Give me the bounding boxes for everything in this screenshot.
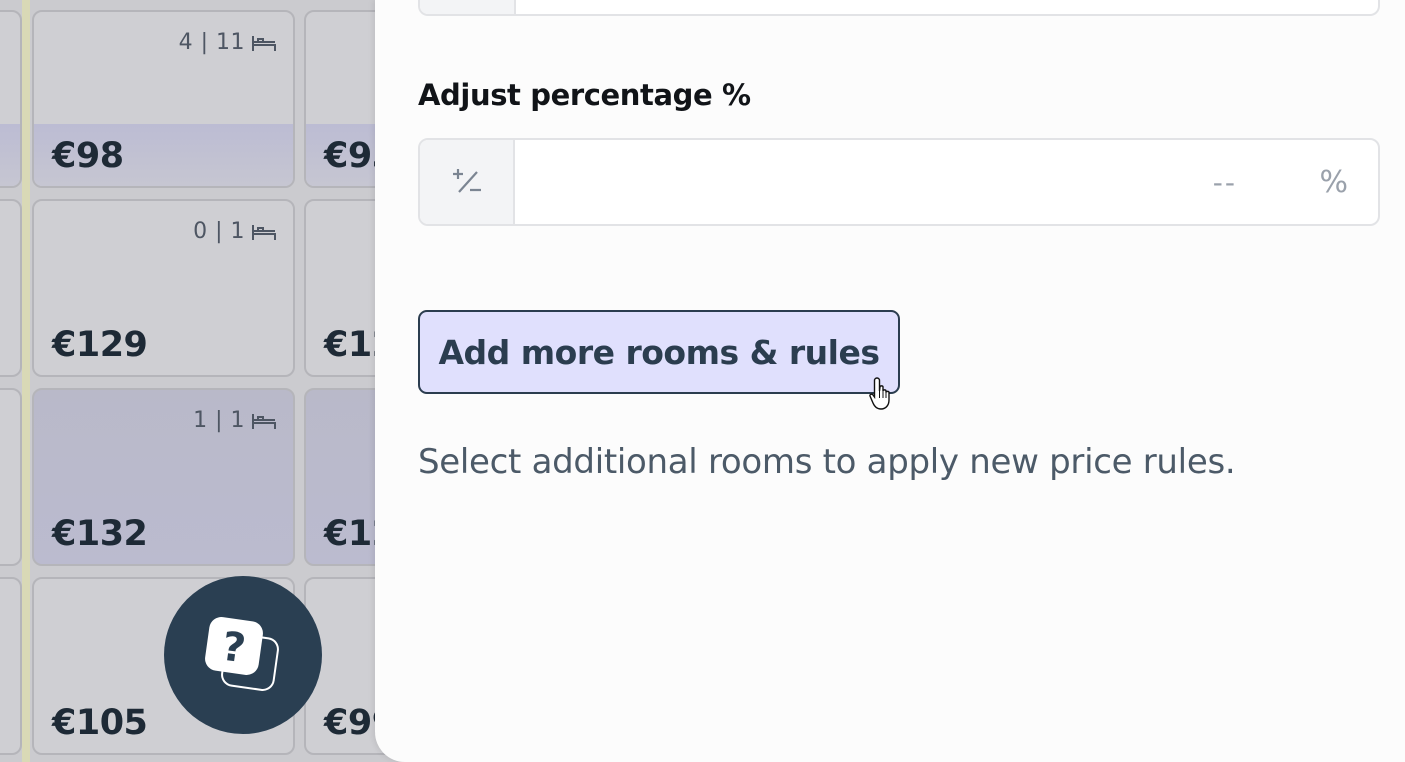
add-rooms-hint: Select additional rooms to apply new pri… — [418, 442, 1236, 482]
bed-icon — [252, 224, 276, 240]
calendar-cell-clipped[interactable] — [0, 199, 22, 377]
availability-count: 0 | 1 — [193, 219, 277, 244]
previous-input-field[interactable] — [418, 0, 1380, 16]
today-column-marker — [22, 0, 30, 762]
room-price: €105 — [52, 703, 148, 743]
help-chat-icon: ? — [205, 617, 279, 691]
room-price: €132 — [52, 514, 148, 554]
bed-icon — [252, 35, 276, 51]
calendar-cell-clipped[interactable] — [0, 577, 22, 755]
room-price: €98 — [52, 136, 124, 176]
plus-minus-toggle[interactable] — [420, 140, 515, 224]
calendar-cell-selected[interactable]: 1 | 1 €132 — [32, 388, 295, 566]
availability-count: 1 | 1 — [193, 408, 277, 433]
calendar-cell[interactable]: 4 | 11 €98 — [32, 10, 295, 188]
adjust-percentage-input[interactable] — [515, 140, 1245, 224]
hand-cursor-icon — [869, 377, 890, 410]
help-button[interactable]: ? — [164, 576, 322, 734]
adjust-percentage-field[interactable]: % — [418, 138, 1380, 226]
percent-suffix: % — [1319, 164, 1348, 200]
plus-minus-icon — [452, 169, 481, 193]
bed-icon — [252, 413, 276, 429]
calendar-cell-clipped[interactable] — [0, 388, 22, 566]
adjust-percentage-label: Adjust percentage % — [418, 78, 751, 112]
room-price: €129 — [52, 325, 148, 365]
previous-input-prefix — [420, 0, 516, 14]
add-more-rooms-button[interactable]: Add more rooms & rules — [418, 310, 900, 394]
availability-count: 4 | 11 — [179, 30, 277, 55]
calendar-cell[interactable]: 0 | 1 €129 — [32, 199, 295, 377]
calendar-cell-clipped[interactable] — [0, 10, 22, 188]
